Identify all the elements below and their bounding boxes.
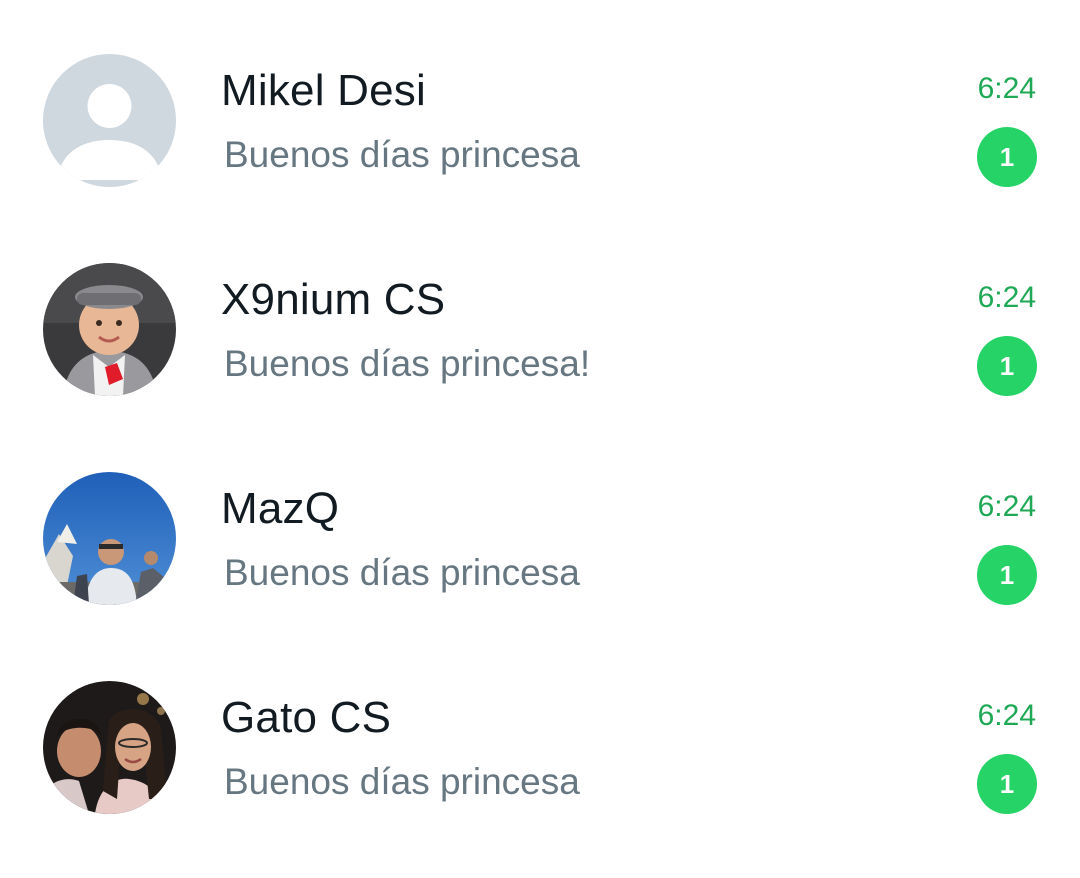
chat-row-mazq[interactable]: MazQ Buenos días princesa 6:24 1 xyxy=(0,418,1080,627)
chat-time: 6:24 xyxy=(977,490,1036,523)
unread-badge: 1 xyxy=(977,336,1037,396)
avatar[interactable] xyxy=(43,263,176,396)
couple-photo xyxy=(43,681,176,814)
chat-list: Mikel Desi Buenos días princesa 6:24 1 X… xyxy=(0,0,1080,878)
chat-name: MazQ xyxy=(221,484,340,533)
unread-badge: 1 xyxy=(977,545,1037,605)
chat-preview: Buenos días princesa! xyxy=(224,343,591,384)
chat-preview: Buenos días princesa xyxy=(224,134,580,175)
avatar[interactable] xyxy=(43,472,176,605)
unread-badge: 1 xyxy=(977,754,1037,814)
chat-preview: Buenos días princesa xyxy=(224,552,580,593)
chat-row-gato-cs[interactable]: Gato CS Buenos días princesa 6:24 1 xyxy=(0,627,1080,836)
chat-time: 6:24 xyxy=(977,72,1036,105)
outdoor-person-photo xyxy=(43,472,176,605)
avatar[interactable] xyxy=(43,54,176,187)
chat-time: 6:24 xyxy=(977,699,1036,732)
baby-photo xyxy=(43,263,176,396)
chat-name: Gato CS xyxy=(221,693,392,742)
chat-name: X9nium CS xyxy=(221,275,446,324)
chat-name: Mikel Desi xyxy=(221,66,426,115)
chat-preview: Buenos días princesa xyxy=(224,761,580,802)
chat-row-x9nium-cs[interactable]: X9nium CS Buenos días princesa! 6:24 1 xyxy=(0,209,1080,418)
unread-badge: 1 xyxy=(977,127,1037,187)
avatar[interactable] xyxy=(43,681,176,814)
chat-time: 6:24 xyxy=(977,281,1036,314)
default-person-icon xyxy=(43,54,176,187)
chat-row-mikel-desi[interactable]: Mikel Desi Buenos días princesa 6:24 1 xyxy=(0,0,1080,209)
